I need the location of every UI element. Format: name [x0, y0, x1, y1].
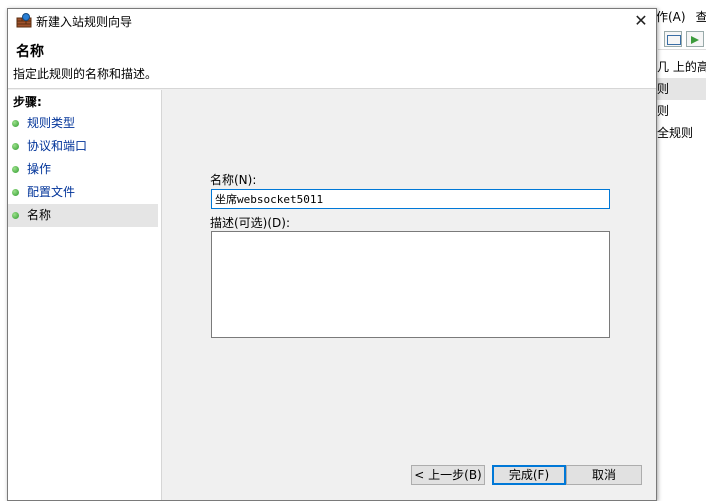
background-action-item[interactable]: 全规则 [657, 122, 706, 144]
export-list-icon[interactable] [686, 31, 704, 47]
background-actions-pane: 几 上的高级 则 则 全规则 [657, 56, 706, 144]
background-action-item[interactable]: 则 [657, 100, 706, 122]
show-hide-tree-icon[interactable] [664, 31, 682, 47]
new-inbound-rule-wizard: 新建入站规则向导 ✕ 名称 指定此规则的名称和描述。 步骤: 规则类型 协议和端… [7, 8, 657, 501]
page-subtitle: 指定此规则的名称和描述。 [13, 67, 158, 81]
step-profile[interactable]: 配置文件 [8, 181, 158, 204]
green-dot-icon [12, 189, 19, 196]
steps-panel: 步骤: 规则类型 协议和端口 操作 配置文件 名称 [8, 90, 162, 500]
finish-button[interactable]: 完成(F) [492, 465, 566, 485]
background-menu-bar: 作(A) 查 [656, 8, 706, 25]
step-label: 协议和端口 [27, 139, 88, 153]
name-input[interactable] [211, 189, 610, 209]
green-dot-icon [12, 166, 19, 173]
dialog-titlebar: 新建入站规则向导 ✕ [8, 9, 656, 33]
background-action-item[interactable]: 则 [657, 78, 706, 100]
green-dot-icon [12, 120, 19, 127]
background-action-item[interactable]: 几 上的高级 [657, 56, 706, 78]
step-label: 操作 [27, 162, 52, 176]
steps-label: 步骤: [13, 95, 42, 109]
steps-list: 规则类型 协议和端口 操作 配置文件 名称 [8, 112, 158, 227]
name-field-label: 名称(N): [210, 173, 257, 187]
step-protocol-and-ports[interactable]: 协议和端口 [8, 135, 158, 158]
cancel-button[interactable]: 取消 [566, 465, 642, 485]
page-title: 名称 [16, 44, 44, 60]
background-toolbar [658, 28, 706, 50]
dialog-title: 新建入站规则向导 [36, 15, 133, 29]
background-menu-action[interactable]: 作(A) [656, 10, 686, 24]
description-input[interactable] [211, 231, 610, 338]
step-name[interactable]: 名称 [8, 204, 158, 227]
step-label: 规则类型 [27, 116, 76, 130]
background-menu-view[interactable]: 查 [696, 10, 706, 24]
step-label: 名称 [27, 208, 52, 222]
step-rule-type[interactable]: 规则类型 [8, 112, 158, 135]
step-action[interactable]: 操作 [8, 158, 158, 181]
step-label: 配置文件 [27, 185, 76, 199]
description-field-label: 描述(可选)(D): [210, 216, 291, 230]
back-button[interactable]: < 上一步(B) [411, 465, 485, 485]
wizard-header: 名称 指定此规则的名称和描述。 [8, 33, 656, 89]
green-dot-icon [12, 212, 19, 219]
close-icon[interactable]: ✕ [626, 9, 656, 33]
green-dot-icon [12, 143, 19, 150]
firewall-icon [16, 13, 32, 28]
